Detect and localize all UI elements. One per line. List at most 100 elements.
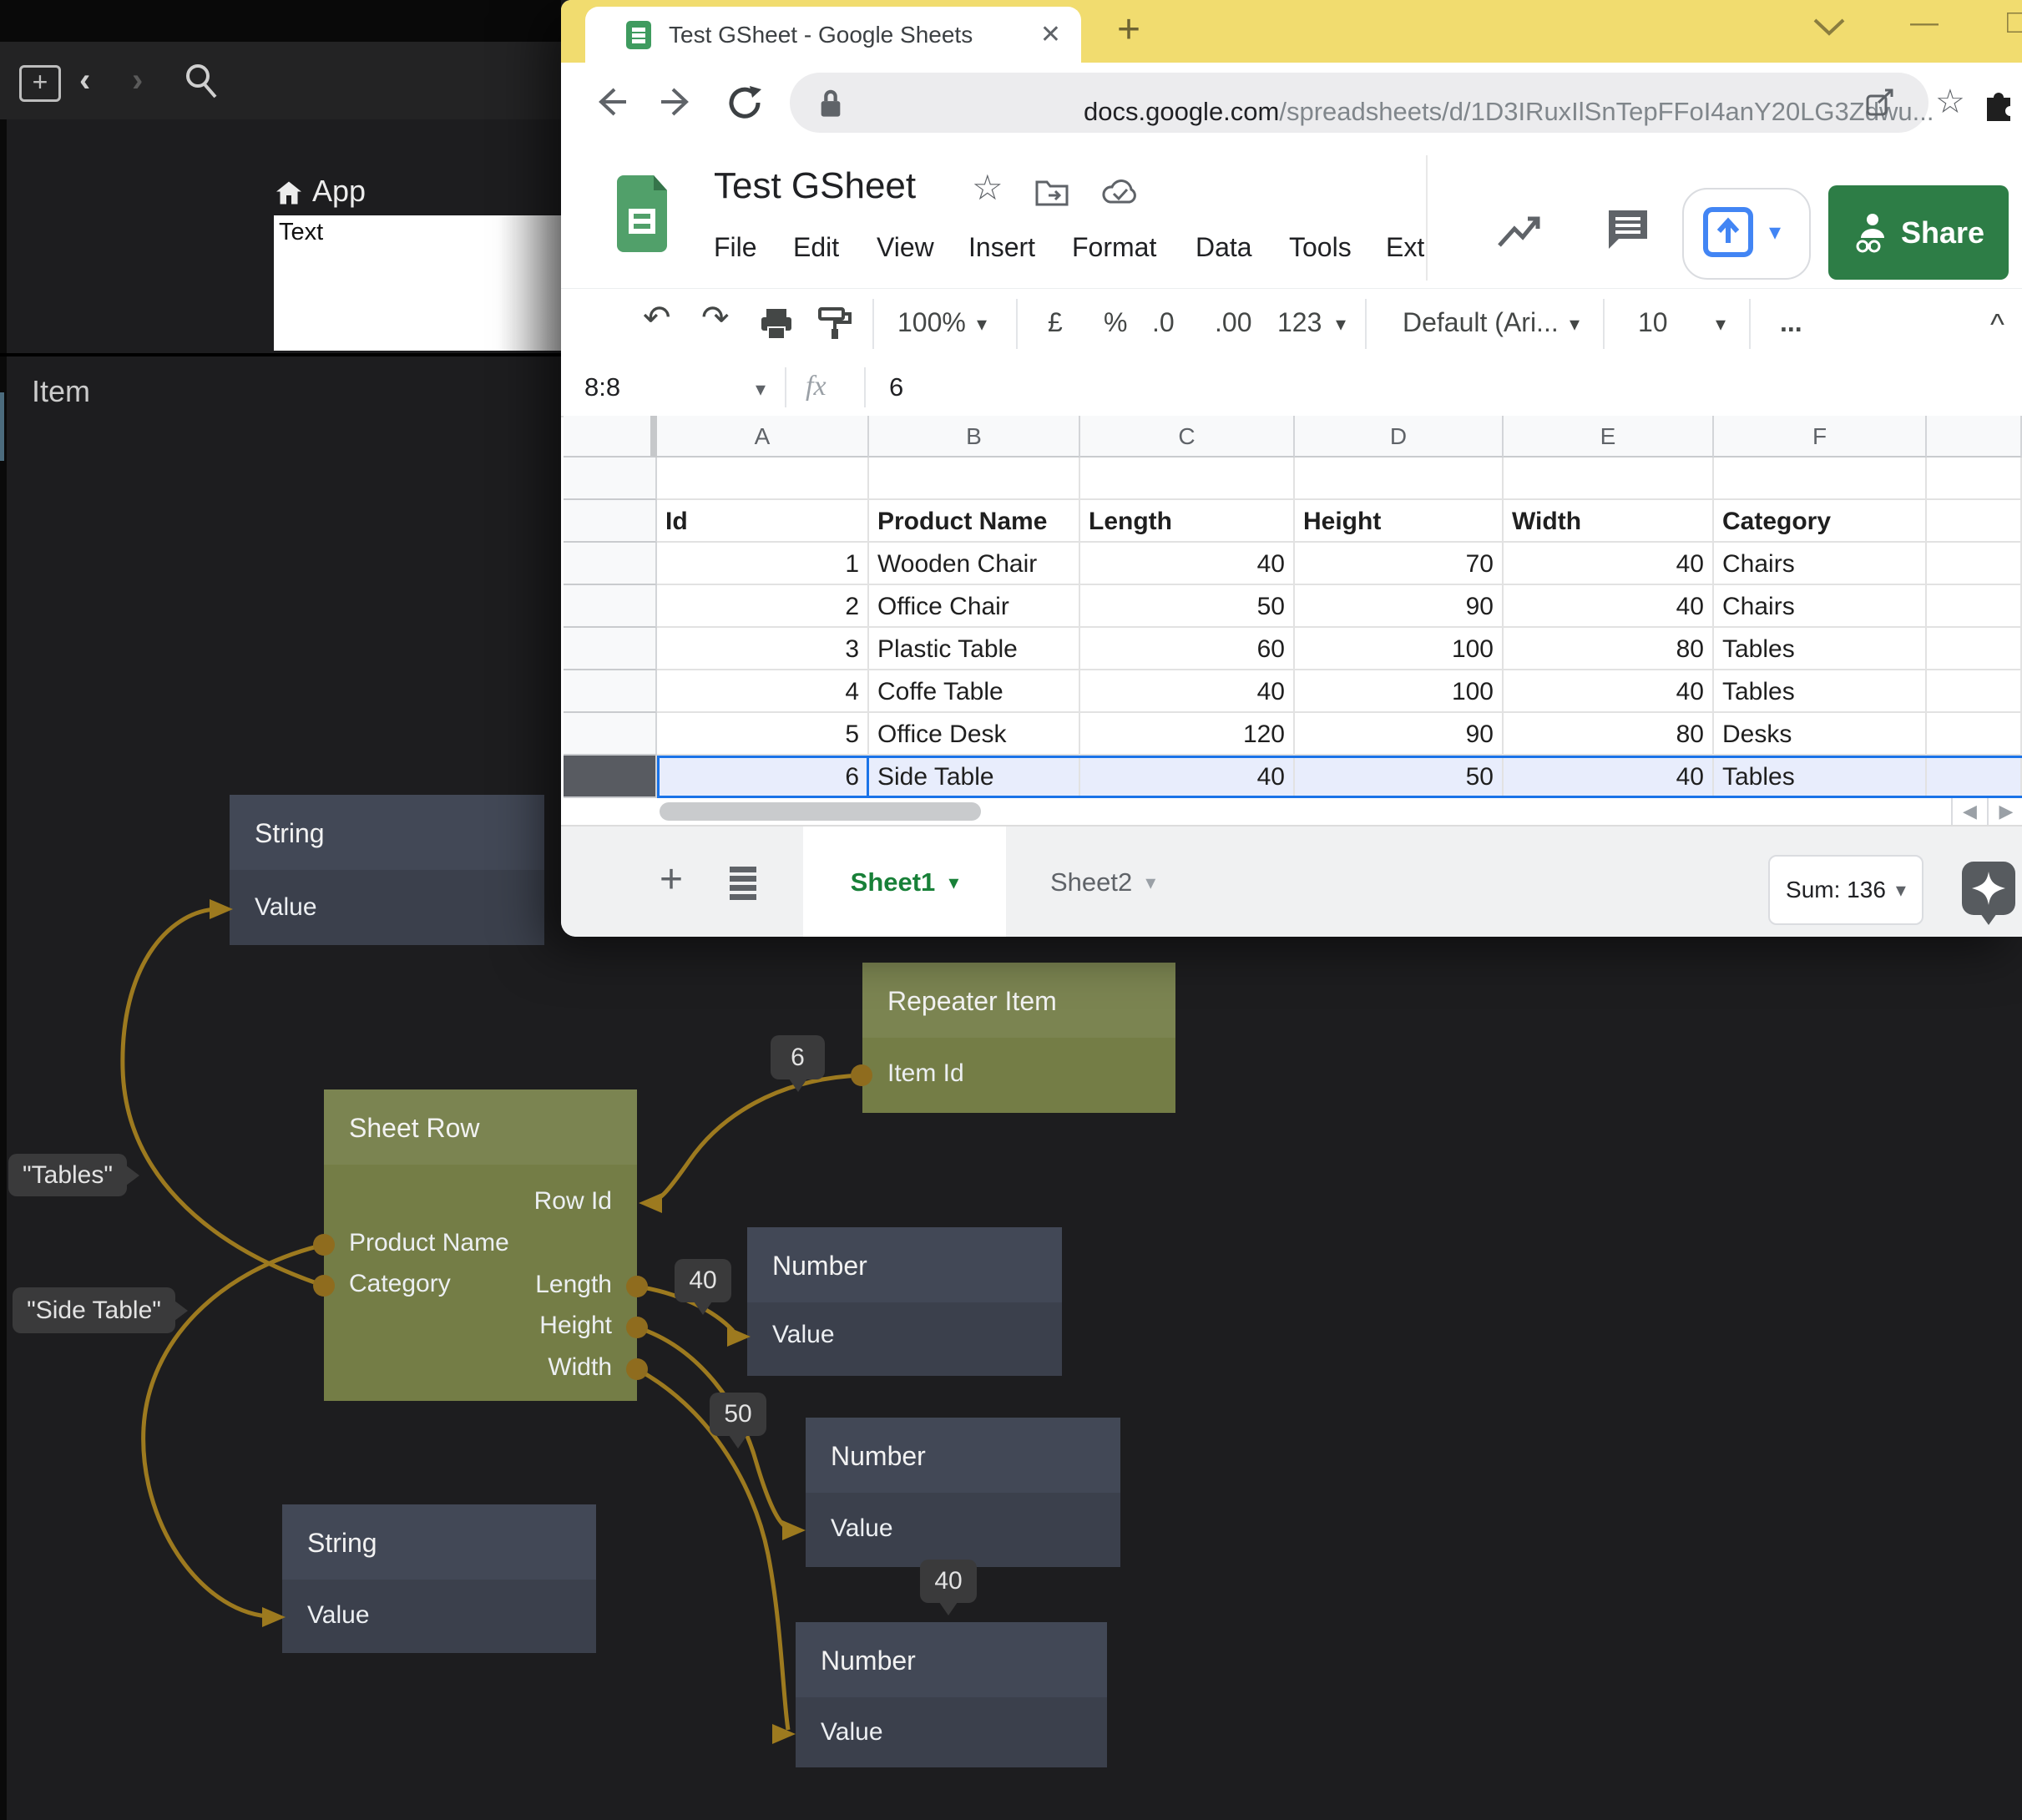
grid-cell[interactable] [1927,458,2022,500]
increase-decimal-button[interactable]: .00 [1215,307,1251,338]
grid-cell[interactable]: 50 [1080,585,1295,628]
grid-cell[interactable]: 40 [1080,670,1295,713]
grid-cell[interactable] [1927,756,2022,798]
node-number-2[interactable]: Number Value [806,1418,1120,1567]
col-header-D[interactable]: D [1295,416,1504,458]
text-element-preview[interactable]: Text [274,215,561,351]
tab-sheet2[interactable]: Sheet2 ▾ [1050,827,1155,937]
move-folder-icon[interactable] [1034,175,1070,209]
grid-cell[interactable]: Desks [1714,713,1927,756]
font-size-caret-icon[interactable]: ▾ [1716,312,1726,336]
grid-cell[interactable] [1295,458,1504,500]
menu-file[interactable]: File [714,232,757,263]
share-button[interactable]: Share [1828,185,2009,280]
nav-forward-icon[interactable] [658,83,696,121]
scrollbar-thumb[interactable] [660,802,981,821]
collapse-toolbar-icon[interactable]: ^ [1990,307,2004,342]
sum-indicator[interactable]: Sum: 136 ▾ [1768,855,1923,925]
grid-cell[interactable] [1714,458,1927,500]
grid-cell[interactable]: 40 [1504,543,1714,585]
new-tab-icon[interactable]: + [1117,7,1140,53]
port-product-name[interactable]: Product Name [349,1229,509,1257]
node-repeater-item[interactable]: Repeater Item Item Id [862,963,1175,1113]
url-text[interactable]: docs.google.com/spreadsheets/d/1D3IRuxIl… [1084,97,1934,127]
name-box[interactable]: 8:8 [584,372,620,402]
menu-view[interactable]: View [877,232,934,263]
select-all-corner[interactable] [564,416,657,458]
decrease-decimal-button[interactable]: .0 [1152,307,1175,338]
share-page-icon[interactable] [1863,86,1897,119]
grid-cell[interactable] [1927,543,2022,585]
grid-cell[interactable]: 40 [1504,670,1714,713]
port-item-id[interactable]: Item Id [887,1059,964,1088]
grid-cell[interactable]: Tables [1714,670,1927,713]
grid-cell[interactable]: 6 [657,756,869,798]
window-minimize-icon[interactable]: — [1910,7,1939,39]
grid-cell[interactable]: Chairs [1714,543,1927,585]
row-header[interactable] [564,713,657,756]
grid-cell[interactable] [1927,585,2022,628]
grid-cell[interactable]: 100 [1295,670,1504,713]
grid-cell[interactable]: 90 [1295,585,1504,628]
grid-cell[interactable]: Coffe Table [869,670,1080,713]
grid-cell[interactable] [1927,670,2022,713]
trend-history-icon[interactable] [1496,210,1544,252]
cloud-saved-icon[interactable] [1099,175,1140,209]
comment-icon[interactable] [1604,205,1652,254]
grid-cell[interactable]: 4 [657,670,869,713]
grid-cell[interactable] [869,458,1080,500]
port-value[interactable]: Value [255,893,317,922]
grid-cell[interactable] [1504,458,1714,500]
zoom-select[interactable]: 100% [897,307,966,338]
zoom-caret-icon[interactable]: ▾ [977,312,987,336]
scroll-left-icon[interactable]: ◀ [1951,798,1987,825]
row-header[interactable] [564,628,657,670]
extensions-puzzle-icon[interactable] [1980,84,2017,121]
grid-cell[interactable]: Id [657,500,869,543]
document-title[interactable]: Test GSheet [714,165,916,207]
node-sheet-row[interactable]: Sheet Row Row Id Product Name Category L… [324,1089,637,1401]
grid-cell[interactable]: Office Chair [869,585,1080,628]
font-size-select[interactable]: 10 [1638,307,1668,338]
grid-cell[interactable]: 120 [1080,713,1295,756]
col-header-B[interactable]: B [869,416,1080,458]
grid-cell[interactable]: Side Table [869,756,1080,798]
all-sheets-icon[interactable] [725,863,761,902]
menu-extensions[interactable]: Ext [1386,232,1424,263]
format-percent-button[interactable]: % [1104,307,1127,338]
grid-cell[interactable]: 5 [657,713,869,756]
add-frame-icon[interactable]: + [19,65,61,102]
font-select[interactable]: Default (Ari... [1403,307,1559,338]
formula-input[interactable]: 6 [889,372,903,402]
grid-cell[interactable]: 50 [1295,756,1504,798]
tab-sheet1[interactable]: Sheet1 ▾ [803,827,1006,937]
grid-cell[interactable]: 40 [1504,756,1714,798]
grid-cell[interactable] [1927,500,2022,543]
node-string-top[interactable]: String Value [230,795,544,945]
port-width[interactable]: Width [548,1353,612,1382]
grid-cell[interactable]: Tables [1714,628,1927,670]
formats-caret-icon[interactable]: ▾ [1336,312,1346,336]
node-string-bottom[interactable]: String Value [282,1504,596,1653]
scroll-right-icon[interactable]: ▶ [1987,798,2022,825]
port-value[interactable]: Value [831,1514,893,1543]
app-root-label[interactable]: App [312,174,366,209]
row-header[interactable] [564,543,657,585]
row-header[interactable] [564,670,657,713]
grid-cell[interactable]: 40 [1504,585,1714,628]
port-length[interactable]: Length [535,1271,612,1299]
grid-cell[interactable]: 80 [1504,628,1714,670]
grid-cell[interactable]: Product Name [869,500,1080,543]
menu-edit[interactable]: Edit [793,232,839,263]
grid-cell[interactable]: 70 [1295,543,1504,585]
menu-tools[interactable]: Tools [1289,232,1352,263]
row-header[interactable] [564,458,657,500]
more-formats-button[interactable]: 123 [1277,307,1322,338]
port-row-id[interactable]: Row Id [534,1187,612,1216]
col-header-F[interactable]: F [1714,416,1927,458]
window-maximize-icon[interactable]: □ [2007,3,2022,41]
grid-cell[interactable]: Office Desk [869,713,1080,756]
nav-reload-icon[interactable] [725,83,765,123]
star-document-icon[interactable]: ☆ [972,167,1003,208]
node-number-1[interactable]: Number Value [747,1227,1062,1376]
